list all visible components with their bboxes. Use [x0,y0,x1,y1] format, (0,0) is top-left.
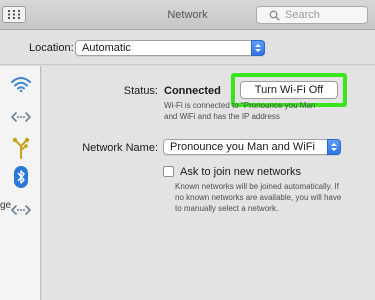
sidebar-item-ethernet[interactable] [0,108,41,126]
sidebar-item-bluetooth[interactable] [0,166,41,188]
status-desc-line2: and WiFi and has the IP address [164,112,280,121]
status-label: Status: [123,85,158,97]
ask-join-desc-line1: Known networks will be joined automatica… [175,182,339,191]
firewire-icon [12,137,29,159]
wifi-icon [10,77,31,92]
thunderbolt-bridge-icon [10,205,31,215]
chevron-updown-icon [251,40,265,56]
status-value: Connected [164,85,221,97]
sidebar-partial-label: ge [0,200,12,211]
ask-join-checkbox[interactable] [163,166,174,177]
status-desc-line1: Wi-Fi is connected to "Pronounce you Man [164,101,316,110]
search-icon [269,10,280,21]
location-row: Location: Automatic [0,30,375,64]
search-input[interactable]: Search [256,6,368,24]
sidebar-item-wifi[interactable] [0,76,41,92]
sidebar: ge [0,66,41,300]
divider [0,64,375,65]
title-bar: Network Search [0,0,375,30]
sidebar-item-firewire[interactable] [0,136,41,160]
ask-join-desc-line2: no known networks are available, you wil… [175,193,342,202]
location-value: Automatic [82,42,131,54]
ask-join-label[interactable]: Ask to join new networks [180,166,301,178]
location-label: Location: [29,42,74,54]
ask-join-desc-line3: to manually select a network. [175,204,279,213]
chevron-updown-icon [327,139,341,155]
bluetooth-icon [13,166,28,188]
network-name-value: Pronounce you Man and WiFi [170,141,315,153]
location-select[interactable]: Automatic [75,40,265,56]
network-name-label: Network Name: [82,142,158,154]
turn-wifi-off-button[interactable]: Turn Wi-Fi Off [240,81,338,99]
search-placeholder: Search [285,9,320,21]
network-name-select[interactable]: Pronounce you Man and WiFi [163,139,341,155]
ethernet-icon [10,112,31,122]
